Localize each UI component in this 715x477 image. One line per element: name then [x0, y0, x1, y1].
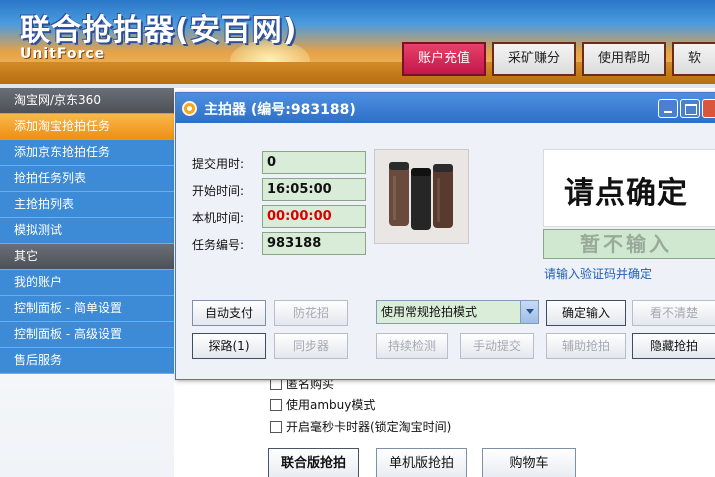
- prevent-trick-button[interactable]: 防花招: [274, 300, 348, 326]
- option-ambuy-label: 使用ambuy模式: [286, 398, 376, 412]
- mode-select-value: 使用常规抢拍模式: [381, 305, 478, 319]
- minimize-icon[interactable]: [658, 99, 678, 118]
- submit-time-label: 提交用时:: [192, 157, 245, 171]
- window-title: 主拍器 (编号:983188): [204, 99, 356, 119]
- top-tab-bar: 账户充值 采矿赚分 使用帮助 软: [402, 42, 715, 76]
- local-time-label: 本机时间:: [192, 211, 245, 225]
- close-icon[interactable]: [702, 99, 715, 118]
- captcha-hint: 请输入验证码并确定: [544, 267, 653, 281]
- tab-help[interactable]: 使用帮助: [582, 42, 667, 76]
- sidebar-section-other: 其它: [0, 244, 174, 270]
- sidebar-item-main-list[interactable]: 主抢拍列表: [0, 192, 174, 218]
- captcha-image-text: 请点确定: [564, 176, 688, 211]
- window-titlebar[interactable]: 主拍器 (编号:983188): [176, 93, 715, 123]
- sidebar-item-after-sales[interactable]: 售后服务: [0, 348, 174, 374]
- start-time-label: 开始时间:: [192, 184, 245, 198]
- checkbox-ambuy[interactable]: [270, 399, 282, 411]
- auto-pay-button[interactable]: 自动支付: [192, 300, 266, 326]
- captcha-input[interactable]: 暂不输入: [543, 229, 715, 259]
- cart-button[interactable]: 购物车: [482, 448, 576, 477]
- sidebar-item-simulation[interactable]: 模拟测试: [0, 218, 174, 244]
- sidebar-item-simple-settings[interactable]: 控制面板 - 简单设置: [0, 296, 174, 322]
- tab-mining[interactable]: 采矿赚分: [492, 42, 577, 76]
- probe-button[interactable]: 探路(1): [192, 333, 266, 359]
- app-root: 联合抢拍器(安百网) UnitForce 账户充值 采矿赚分 使用帮助 软 淘宝…: [0, 0, 715, 477]
- main-snapper-window: 主拍器 (编号:983188) 提交用时: 0 开始时间: 16:05:00 本…: [175, 92, 715, 380]
- manual-submit-button[interactable]: 手动提交: [460, 333, 534, 359]
- option-ambuy[interactable]: 使用ambuy模式: [270, 396, 375, 413]
- submit-time-value: 0: [262, 151, 366, 174]
- mode-select[interactable]: 使用常规抢拍模式: [376, 300, 539, 324]
- header-banner: 联合抢拍器(安百网) UnitForce 账户充值 采矿赚分 使用帮助 软: [0, 0, 715, 84]
- sidebar-item-add-taobao-task[interactable]: 添加淘宝抢拍任务: [0, 114, 174, 140]
- tab-recharge[interactable]: 账户充值: [402, 42, 487, 76]
- chevron-down-icon[interactable]: [520, 301, 538, 323]
- assist-snap-button[interactable]: 辅助抢拍: [546, 333, 626, 359]
- sidebar-section-taobao-jd: 淘宝网/京东360: [0, 88, 174, 114]
- brand-logo-text: 联合抢拍器(安百网): [20, 13, 298, 48]
- captcha-image: 请点确定: [543, 149, 715, 227]
- maximize-icon[interactable]: [680, 99, 700, 118]
- sidebar-item-task-list[interactable]: 抢拍任务列表: [0, 166, 174, 192]
- sync-button[interactable]: 同步器: [274, 333, 348, 359]
- brand-subtitle: UnitForce: [20, 46, 106, 62]
- sidebar: 淘宝网/京东360 添加淘宝抢拍任务 添加京东抢拍任务 抢拍任务列表 主抢拍列表…: [0, 88, 174, 477]
- union-snap-button[interactable]: 联合版抢拍: [268, 448, 360, 477]
- standalone-snap-button[interactable]: 单机版抢拍: [376, 448, 468, 477]
- sidebar-item-my-account[interactable]: 我的账户: [0, 270, 174, 296]
- local-time-value: 00:00:00: [262, 205, 366, 228]
- continuous-check-button[interactable]: 持续检测: [376, 333, 448, 359]
- option-ms-timer[interactable]: 开启毫秒卡时器(锁定淘宝时间): [270, 418, 451, 435]
- product-image: [374, 149, 469, 244]
- option-ms-timer-label: 开启毫秒卡时器(锁定淘宝时间): [286, 420, 452, 434]
- checkbox-ms-timer[interactable]: [270, 421, 282, 433]
- cant-see-button[interactable]: 看不清楚: [632, 300, 715, 326]
- app-orb-icon: [182, 101, 197, 116]
- tab-software[interactable]: 软: [672, 42, 715, 76]
- sidebar-item-advanced-settings[interactable]: 控制面板 - 高级设置: [0, 322, 174, 348]
- thermos-bottles-icon: [375, 150, 468, 243]
- sidebar-item-add-jd-task[interactable]: 添加京东抢拍任务: [0, 140, 174, 166]
- window-title-text: 主拍器: [204, 102, 246, 118]
- task-id-value: 983188: [262, 232, 366, 255]
- start-time-value[interactable]: 16:05:00: [262, 178, 366, 201]
- confirm-input-button[interactable]: 确定输入: [546, 300, 626, 326]
- hide-snap-button[interactable]: 隐藏抢拍: [632, 333, 715, 359]
- task-id-label: 任务编号:: [192, 238, 245, 252]
- window-task-code: (编号:983188): [250, 102, 356, 118]
